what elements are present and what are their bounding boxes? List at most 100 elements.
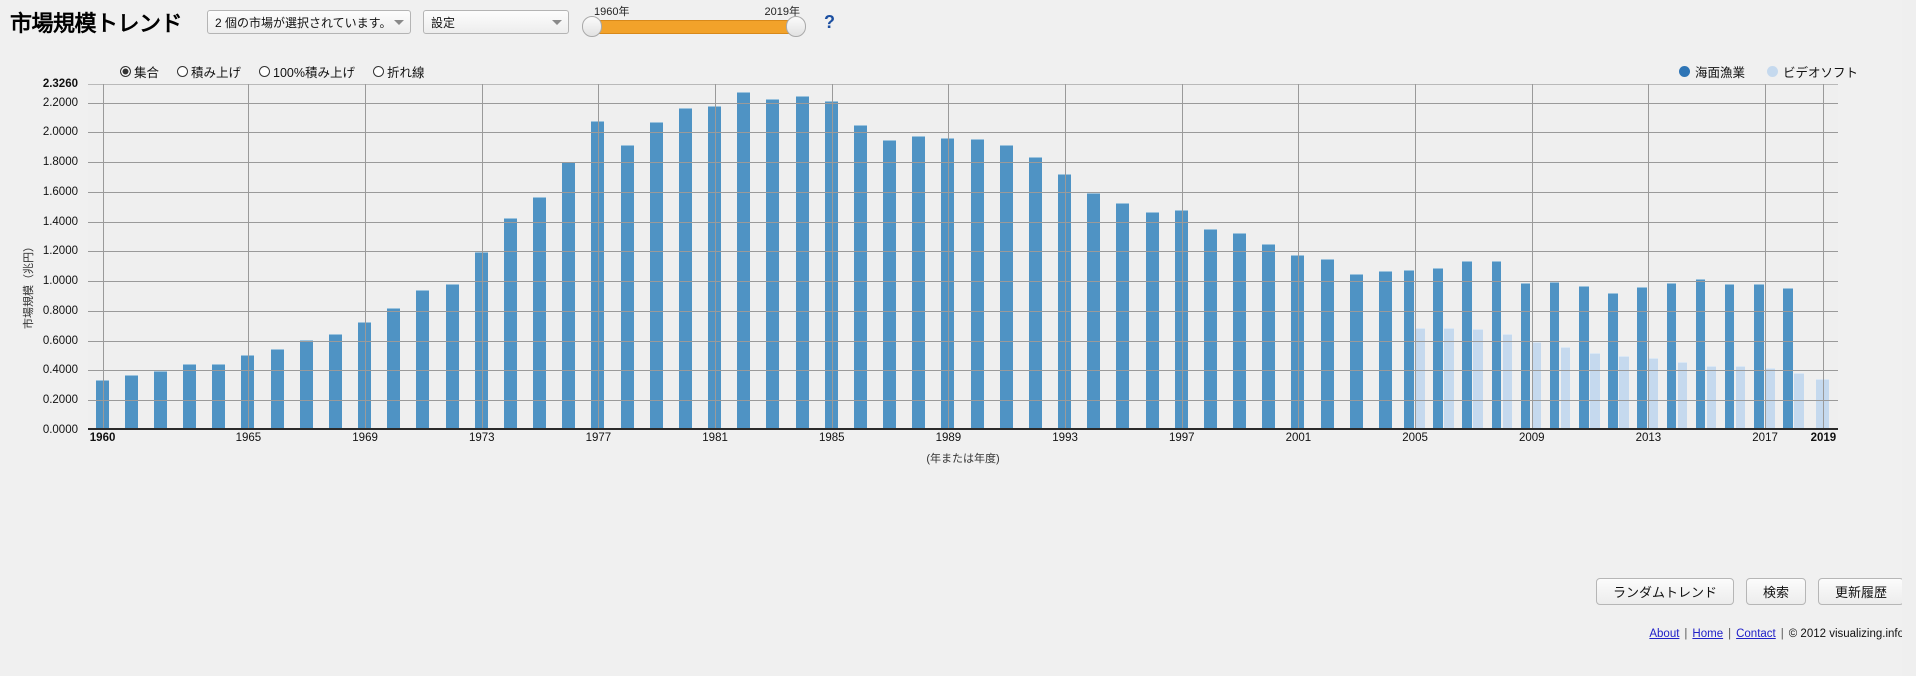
bar-series-a[interactable] xyxy=(1491,261,1501,428)
bar-group[interactable] xyxy=(496,84,525,428)
bar-series-a[interactable] xyxy=(1116,203,1130,428)
bar-series-a[interactable] xyxy=(212,364,226,428)
bar-series-a[interactable] xyxy=(1549,282,1560,428)
bar-group[interactable] xyxy=(1605,84,1634,428)
bar-group[interactable] xyxy=(176,84,205,428)
bar-group[interactable] xyxy=(1226,84,1255,428)
bar-series-a[interactable] xyxy=(1724,284,1735,428)
radio-button-icon[interactable] xyxy=(177,66,189,77)
bar-series-a[interactable] xyxy=(299,340,313,428)
bar-series-a[interactable] xyxy=(1783,288,1793,428)
bar-group[interactable] xyxy=(1255,84,1284,428)
bar-series-a[interactable] xyxy=(737,91,751,428)
bar-series-a[interactable] xyxy=(1203,229,1217,428)
bar-group[interactable] xyxy=(1546,84,1575,428)
bar-group[interactable] xyxy=(1780,84,1809,428)
chart-mode-radio-0[interactable]: 集合 xyxy=(120,62,159,81)
bar-group[interactable] xyxy=(1576,84,1605,428)
bar-group[interactable] xyxy=(730,84,759,428)
bar-series-a[interactable] xyxy=(1754,284,1764,428)
bar-series-a[interactable] xyxy=(1520,282,1531,428)
bar-series-b[interactable] xyxy=(1765,367,1775,428)
bar-series-a[interactable] xyxy=(999,145,1013,428)
bar-series-b[interactable] xyxy=(1677,361,1687,428)
bar-series-a[interactable] xyxy=(649,122,663,428)
bar-series-a[interactable] xyxy=(678,108,692,428)
footer-link-home[interactable]: Home xyxy=(1692,628,1723,640)
bar-group[interactable] xyxy=(642,84,671,428)
bar-series-a[interactable] xyxy=(124,375,138,428)
help-icon[interactable]: ? xyxy=(824,12,835,33)
bar-group[interactable] xyxy=(117,84,146,428)
bar-series-a[interactable] xyxy=(853,124,867,428)
bar-series-b[interactable] xyxy=(1735,366,1746,428)
bar-group[interactable] xyxy=(1459,84,1488,428)
settings-select[interactable]: 設定 xyxy=(423,10,570,34)
bar-group[interactable] xyxy=(205,84,234,428)
bar-group[interactable] xyxy=(788,84,817,428)
bar-group[interactable] xyxy=(1021,84,1050,428)
bar-series-a[interactable] xyxy=(1695,279,1706,428)
bar-group[interactable] xyxy=(992,84,1021,428)
bar-group[interactable] xyxy=(1342,84,1371,428)
bar-series-a[interactable] xyxy=(533,196,546,428)
chart-mode-radio-2[interactable]: 100%積み上げ xyxy=(259,62,355,81)
bar-series-b[interactable] xyxy=(1444,328,1454,428)
radio-button-icon[interactable] xyxy=(373,66,385,77)
bar-group[interactable] xyxy=(905,84,934,428)
bar-series-a[interactable] xyxy=(1320,259,1334,428)
bar-group[interactable] xyxy=(963,84,992,428)
bar-group[interactable] xyxy=(1196,84,1225,428)
bar-series-a[interactable] xyxy=(1462,261,1472,428)
bar-series-a[interactable] xyxy=(970,138,984,428)
bar-group[interactable] xyxy=(321,84,350,428)
bar-group[interactable] xyxy=(1692,84,1721,428)
bar-group[interactable] xyxy=(263,84,292,428)
bar-group[interactable] xyxy=(526,84,555,428)
bar-group[interactable] xyxy=(613,84,642,428)
bar-series-a[interactable] xyxy=(503,217,517,428)
bar-series-a[interactable] xyxy=(1666,282,1676,428)
bar-series-b[interactable] xyxy=(1560,346,1571,428)
bar-series-a[interactable] xyxy=(1433,268,1443,428)
chart-mode-radio-1[interactable]: 積み上げ xyxy=(177,62,241,81)
bar-group[interactable] xyxy=(1371,84,1400,428)
bar-series-a[interactable] xyxy=(883,140,896,428)
bar-series-a[interactable] xyxy=(1028,156,1042,428)
radio-button-icon[interactable] xyxy=(120,66,131,77)
bar-group[interactable] xyxy=(146,84,175,428)
bar-group[interactable] xyxy=(1721,84,1750,428)
slider-track[interactable] xyxy=(586,20,803,34)
footer-link-contact[interactable]: Contact xyxy=(1736,628,1776,640)
bar-group[interactable] xyxy=(555,84,584,428)
slider-handle-max[interactable] xyxy=(786,16,807,37)
chart-mode-radio-3[interactable]: 折れ線 xyxy=(373,62,425,81)
bar-group[interactable] xyxy=(1663,84,1692,428)
bar-series-a[interactable] xyxy=(1145,211,1159,428)
bar-group[interactable] xyxy=(409,84,438,428)
update-history-button[interactable]: 更新履歴 xyxy=(1817,578,1904,605)
bar-group[interactable] xyxy=(1488,84,1517,428)
bar-series-b[interactable] xyxy=(1473,329,1483,428)
bar-series-b[interactable] xyxy=(1415,328,1425,428)
bar-series-a[interactable] xyxy=(562,162,576,428)
bar-series-a[interactable] xyxy=(1637,287,1647,428)
bar-group[interactable] xyxy=(1080,84,1109,428)
bar-group[interactable] xyxy=(876,84,905,428)
bar-series-a[interactable] xyxy=(387,308,401,428)
bar-series-b[interactable] xyxy=(1706,365,1717,428)
bar-group[interactable] xyxy=(759,84,788,428)
bar-group[interactable] xyxy=(1138,84,1167,428)
bar-group[interactable] xyxy=(438,84,467,428)
slider-handle-min[interactable] xyxy=(582,16,603,37)
bar-group[interactable] xyxy=(1313,84,1342,428)
bar-series-a[interactable] xyxy=(620,145,634,428)
bar-series-a[interactable] xyxy=(1378,271,1392,428)
search-button[interactable]: 検索 xyxy=(1745,578,1806,605)
bar-series-a[interactable] xyxy=(766,98,780,428)
bar-series-b[interactable] xyxy=(1502,334,1512,428)
bar-series-a[interactable] xyxy=(1579,285,1589,428)
footer-link-about[interactable]: About xyxy=(1649,628,1679,640)
bar-series-a[interactable] xyxy=(270,349,284,428)
bar-group[interactable] xyxy=(292,84,321,428)
